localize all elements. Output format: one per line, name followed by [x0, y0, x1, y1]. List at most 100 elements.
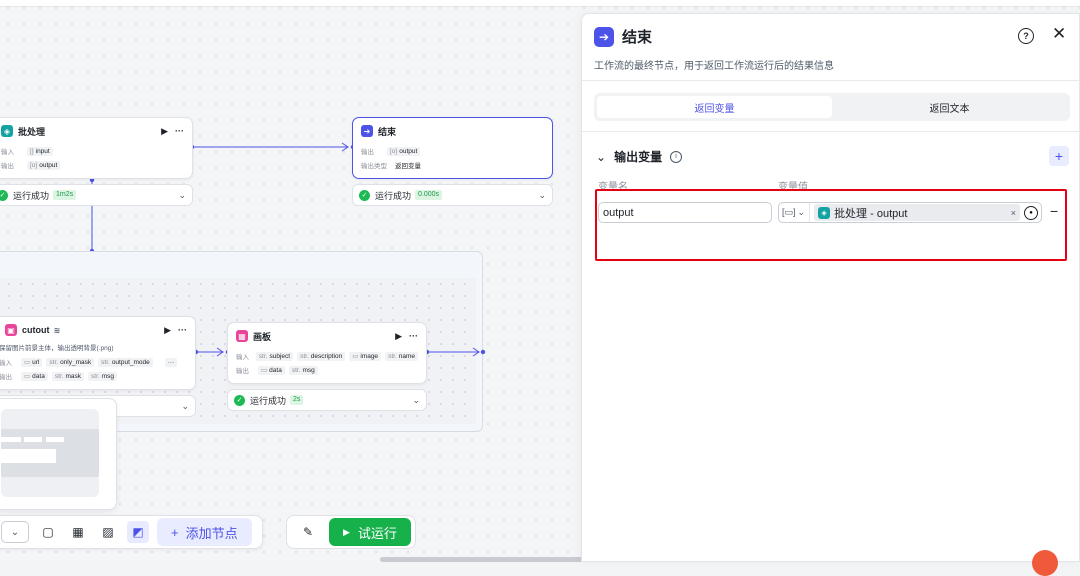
- duration-badge: 0.000s: [415, 190, 443, 200]
- check-icon: ✓: [0, 189, 8, 201]
- zoom-select[interactable]: ⌄: [1, 521, 29, 543]
- cutout-node-title: cutout: [22, 325, 50, 335]
- add-node-label: 添加节点: [185, 525, 238, 541]
- input-tag: str. only_mask: [46, 357, 95, 367]
- check-icon: ✓: [359, 189, 370, 201]
- end-status[interactable]: ✓ 运行成功 0.000s ⌄: [352, 184, 553, 206]
- output-type-label: 输出类型: [361, 163, 387, 170]
- variable-name-input[interactable]: [598, 202, 772, 223]
- output-tag: ▭ data: [258, 365, 285, 375]
- play-icon[interactable]: ▶: [164, 325, 171, 336]
- end-node[interactable]: ➔ 结束 输出 [o] output 输出类型 返回变量: [352, 117, 553, 179]
- add-node-button[interactable]: + 添加节点: [157, 518, 252, 546]
- input-tag: str. name: [385, 351, 418, 361]
- image-icon: ▣: [5, 324, 17, 336]
- batch-node-title: 批处理: [18, 126, 46, 137]
- reference-icon: [▭]: [782, 207, 796, 217]
- output-tag: str. msg: [88, 371, 117, 381]
- minimap-bar: [24, 437, 42, 442]
- check-icon: ✓: [234, 394, 245, 406]
- exit-icon: ➔: [594, 26, 614, 47]
- value-type-select[interactable]: [▭] ⌄: [782, 203, 811, 222]
- input-tag: str. output_mode: [98, 357, 153, 367]
- cutout-node[interactable]: ▣ cutout ≋ ▶ ··· 保留图片前景主体，输出透明背景(.png) 输…: [0, 316, 196, 390]
- more-icon[interactable]: ···: [175, 126, 184, 137]
- chevron-down-icon[interactable]: ⌄: [412, 395, 420, 406]
- test-run-button[interactable]: ▶ 试运行: [329, 518, 411, 546]
- duration-badge: 2s: [290, 395, 304, 405]
- minimap-bar: [46, 437, 64, 442]
- output-tag: [o] output: [387, 146, 421, 156]
- output-label: 输出: [1, 163, 14, 170]
- input-label: 输入: [1, 149, 14, 156]
- status-text: 运行成功: [13, 190, 50, 201]
- comment-icon[interactable]: ▢: [37, 521, 59, 543]
- chevron-down-icon: ⌄: [797, 207, 806, 217]
- play-icon: ▶: [343, 526, 350, 537]
- tab-return-text[interactable]: 返回文本: [832, 96, 1067, 118]
- target-icon[interactable]: ●: [1024, 205, 1038, 220]
- grid-icon[interactable]: ▦: [67, 521, 89, 543]
- minimap-bar: [1, 449, 56, 463]
- more-inputs: ···: [164, 357, 178, 367]
- more-icon[interactable]: ···: [409, 331, 418, 342]
- output-label: 输出: [0, 374, 12, 381]
- canvas-toolbar: ⌄ ▢ ▦ ▨ ◩ + 添加节点: [0, 515, 263, 549]
- canvas-node[interactable]: ▦ 画板 ▶ ··· 输入 str. subject str. descriptio…: [227, 322, 427, 384]
- panel-title: 结束: [622, 29, 653, 46]
- more-icon[interactable]: ···: [178, 325, 187, 336]
- node-config-panel: ➔ 结束 ? ✕ 工作流的最终节点，用于返回工作流运行后的结果信息 返回变量 返…: [581, 13, 1080, 562]
- tab-return-variable[interactable]: 返回变量: [597, 96, 832, 118]
- reference-label: 批处理 - output: [834, 207, 908, 220]
- top-strip: [0, 0, 1080, 7]
- help-icon[interactable]: ?: [1018, 28, 1034, 44]
- play-icon[interactable]: ▶: [161, 126, 168, 137]
- return-mode-tabs: 返回变量 返回文本: [594, 93, 1070, 121]
- status-text: 运行成功: [375, 190, 412, 201]
- canvas-status[interactable]: ✓ 运行成功 2s ⌄: [227, 389, 427, 411]
- variable-reference-tag[interactable]: ◈ 批处理 - output ×: [814, 204, 1020, 221]
- output-variables-header[interactable]: ⌄ 输出变量 i: [596, 148, 683, 165]
- input-label: 输入: [0, 360, 12, 367]
- exit-icon: ➔: [361, 125, 373, 137]
- test-run-label: 试运行: [357, 525, 397, 541]
- remove-variable-button[interactable]: −: [1050, 203, 1058, 219]
- status-text: 运行成功: [250, 395, 287, 406]
- batch-node[interactable]: ◈ 批处理 ▶ ··· 输入 [] input 输出 [o] output: [0, 117, 193, 179]
- chevron-down-icon[interactable]: ⌄: [538, 190, 546, 201]
- run-toolbar: ✎ ▶ 试运行: [286, 515, 416, 549]
- panel-description: 工作流的最终节点，用于返回工作流运行后的结果信息: [594, 61, 834, 72]
- input-tag: [] input: [27, 146, 53, 156]
- input-tag: ▭ url: [21, 357, 43, 367]
- divider: [582, 80, 1079, 81]
- clear-icon[interactable]: ×: [1011, 208, 1016, 218]
- info-icon[interactable]: i: [670, 150, 683, 163]
- input-label: 输入: [236, 354, 249, 361]
- duration-badge: 1m2s: [53, 190, 77, 200]
- play-icon[interactable]: ▶: [395, 331, 402, 342]
- avatar[interactable]: [1032, 550, 1058, 576]
- cutout-desc: 保留图片前景主体，输出透明背景(.png): [0, 345, 114, 352]
- pointer-icon[interactable]: ◩: [127, 521, 149, 543]
- divider: [582, 131, 1079, 132]
- output-label: 输出: [236, 368, 249, 375]
- output-label: 输出: [361, 149, 374, 156]
- image-icon[interactable]: ▨: [97, 521, 119, 543]
- add-variable-button[interactable]: +: [1049, 146, 1069, 166]
- wrench-icon[interactable]: ✎: [297, 521, 319, 543]
- stack-icon: ≋: [53, 325, 61, 335]
- palette-icon: ▦: [236, 330, 248, 342]
- output-tag: [o] output: [27, 160, 61, 170]
- batch-status[interactable]: ✓ 运行成功 1m2s ⌄: [0, 184, 193, 206]
- close-icon[interactable]: ✕: [1052, 24, 1066, 44]
- output-type-value: 返回变量: [395, 163, 421, 170]
- output-tag: str. mask: [51, 371, 85, 381]
- chevron-down-icon[interactable]: ⌄: [178, 190, 186, 201]
- input-tag: str. description: [297, 351, 346, 361]
- layers-icon: ◈: [1, 125, 13, 137]
- chevron-down-icon[interactable]: ⌄: [181, 401, 189, 412]
- output-tag: str. msg: [288, 365, 318, 375]
- minimap-bar: [1, 437, 21, 442]
- variable-value-field[interactable]: [▭] ⌄ ◈ 批处理 - output × ●: [778, 202, 1042, 223]
- minimap[interactable]: [0, 398, 117, 510]
